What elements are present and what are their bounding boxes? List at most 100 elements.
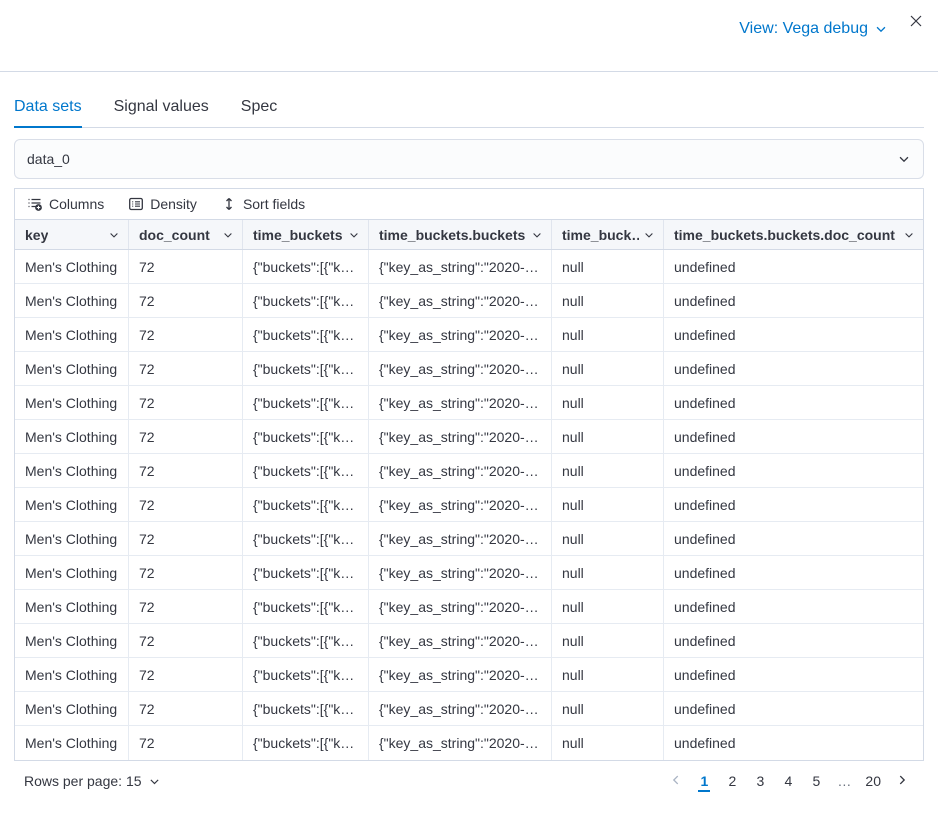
table-cell[interactable]: {"buckets":[{"k… xyxy=(243,590,369,623)
column-header-key[interactable]: key xyxy=(15,220,129,249)
table-cell[interactable]: Men's Clothing xyxy=(15,658,129,691)
table-cell[interactable]: {"buckets":[{"k… xyxy=(243,658,369,691)
table-cell[interactable]: {"buckets":[{"k… xyxy=(243,726,369,760)
table-cell[interactable]: 72 xyxy=(129,658,243,691)
table-cell[interactable]: {"key_as_string":"2020-… xyxy=(369,658,552,691)
table-cell[interactable]: 72 xyxy=(129,726,243,760)
table-cell[interactable]: undefined xyxy=(664,624,923,657)
table-cell[interactable]: Men's Clothing xyxy=(15,522,129,555)
table-cell[interactable]: 72 xyxy=(129,454,243,487)
table-cell[interactable]: {"buckets":[{"k… xyxy=(243,386,369,419)
table-cell[interactable]: 72 xyxy=(129,692,243,725)
rows-per-page-button[interactable]: Rows per page: 15 xyxy=(24,773,161,789)
table-cell[interactable]: {"buckets":[{"k… xyxy=(243,250,369,283)
table-cell[interactable]: {"buckets":[{"k… xyxy=(243,318,369,351)
table-cell[interactable]: Men's Clothing xyxy=(15,284,129,317)
table-cell[interactable]: null xyxy=(552,726,664,760)
table-cell[interactable]: Men's Clothing xyxy=(15,692,129,725)
table-cell[interactable]: undefined xyxy=(664,726,923,760)
page-button-5[interactable]: 5 xyxy=(804,769,828,793)
table-cell[interactable]: {"key_as_string":"2020-… xyxy=(369,250,552,283)
table-cell[interactable]: 72 xyxy=(129,250,243,283)
table-cell[interactable]: null xyxy=(552,284,664,317)
table-cell[interactable]: {"key_as_string":"2020-… xyxy=(369,488,552,521)
tab-spec[interactable]: Spec xyxy=(241,98,277,127)
sort-fields-button[interactable]: Sort fields xyxy=(213,189,313,219)
page-button-20[interactable]: 20 xyxy=(860,769,886,793)
table-cell[interactable]: Men's Clothing xyxy=(15,726,129,760)
table-cell[interactable]: {"key_as_string":"2020-… xyxy=(369,522,552,555)
table-cell[interactable]: undefined xyxy=(664,658,923,691)
table-cell[interactable]: {"buckets":[{"k… xyxy=(243,420,369,453)
table-cell[interactable]: {"key_as_string":"2020-… xyxy=(369,386,552,419)
column-header-time-buck[interactable]: time_buck… xyxy=(552,220,664,249)
view-selector-button[interactable]: View: Vega debug xyxy=(739,20,888,38)
table-cell[interactable]: {"buckets":[{"k… xyxy=(243,352,369,385)
table-cell[interactable]: 72 xyxy=(129,420,243,453)
table-cell[interactable]: null xyxy=(552,692,664,725)
table-cell[interactable]: undefined xyxy=(664,284,923,317)
table-cell[interactable]: null xyxy=(552,590,664,623)
table-cell[interactable]: {"key_as_string":"2020-… xyxy=(369,420,552,453)
table-cell[interactable]: undefined xyxy=(664,454,923,487)
table-cell[interactable]: {"buckets":[{"k… xyxy=(243,284,369,317)
table-cell[interactable]: null xyxy=(552,352,664,385)
table-cell[interactable]: undefined xyxy=(664,318,923,351)
table-cell[interactable]: Men's Clothing xyxy=(15,454,129,487)
table-cell[interactable]: null xyxy=(552,522,664,555)
table-cell[interactable]: {"buckets":[{"k… xyxy=(243,556,369,589)
table-cell[interactable]: Men's Clothing xyxy=(15,386,129,419)
table-cell[interactable]: {"key_as_string":"2020-… xyxy=(369,590,552,623)
previous-page-button[interactable] xyxy=(664,769,688,793)
table-cell[interactable]: null xyxy=(552,556,664,589)
table-cell[interactable]: {"key_as_string":"2020-… xyxy=(369,318,552,351)
table-cell[interactable]: null xyxy=(552,454,664,487)
table-cell[interactable]: {"key_as_string":"2020-… xyxy=(369,454,552,487)
table-cell[interactable]: {"key_as_string":"2020-… xyxy=(369,556,552,589)
table-cell[interactable]: {"key_as_string":"2020-… xyxy=(369,624,552,657)
table-cell[interactable]: Men's Clothing xyxy=(15,488,129,521)
table-cell[interactable]: 72 xyxy=(129,556,243,589)
table-cell[interactable]: Men's Clothing xyxy=(15,250,129,283)
table-cell[interactable]: null xyxy=(552,658,664,691)
table-cell[interactable]: Men's Clothing xyxy=(15,590,129,623)
table-cell[interactable]: Men's Clothing xyxy=(15,556,129,589)
table-cell[interactable]: null xyxy=(552,624,664,657)
table-cell[interactable]: undefined xyxy=(664,590,923,623)
table-cell[interactable]: undefined xyxy=(664,692,923,725)
dataset-select[interactable]: data_0 xyxy=(14,139,924,179)
page-button-3[interactable]: 3 xyxy=(748,769,772,793)
table-cell[interactable]: 72 xyxy=(129,318,243,351)
table-cell[interactable]: undefined xyxy=(664,250,923,283)
table-cell[interactable]: 72 xyxy=(129,386,243,419)
table-cell[interactable]: 72 xyxy=(129,590,243,623)
tab-signal-values[interactable]: Signal values xyxy=(114,98,209,127)
table-cell[interactable]: {"key_as_string":"2020-… xyxy=(369,692,552,725)
table-cell[interactable]: undefined xyxy=(664,556,923,589)
column-header-time-buckets[interactable]: time_buckets xyxy=(243,220,369,249)
table-cell[interactable]: 72 xyxy=(129,352,243,385)
table-cell[interactable]: 72 xyxy=(129,522,243,555)
columns-button[interactable]: Columns xyxy=(19,189,112,219)
table-cell[interactable]: null xyxy=(552,420,664,453)
table-cell[interactable]: Men's Clothing xyxy=(15,420,129,453)
page-button-1[interactable]: 1 xyxy=(692,769,716,793)
table-cell[interactable]: null xyxy=(552,250,664,283)
table-cell[interactable]: Men's Clothing xyxy=(15,352,129,385)
density-button[interactable]: Density xyxy=(120,189,205,219)
next-page-button[interactable] xyxy=(890,769,914,793)
table-cell[interactable]: Men's Clothing xyxy=(15,624,129,657)
table-cell[interactable]: undefined xyxy=(664,386,923,419)
close-button[interactable] xyxy=(906,12,926,32)
table-cell[interactable]: null xyxy=(552,488,664,521)
table-cell[interactable]: 72 xyxy=(129,284,243,317)
table-cell[interactable]: {"key_as_string":"2020-… xyxy=(369,726,552,760)
table-cell[interactable]: {"buckets":[{"k… xyxy=(243,488,369,521)
table-cell[interactable]: undefined xyxy=(664,488,923,521)
table-cell[interactable]: Men's Clothing xyxy=(15,318,129,351)
table-cell[interactable]: 72 xyxy=(129,624,243,657)
table-cell[interactable]: undefined xyxy=(664,352,923,385)
column-header-doc-count[interactable]: doc_count xyxy=(129,220,243,249)
table-cell[interactable]: {"key_as_string":"2020-… xyxy=(369,284,552,317)
table-cell[interactable]: null xyxy=(552,318,664,351)
